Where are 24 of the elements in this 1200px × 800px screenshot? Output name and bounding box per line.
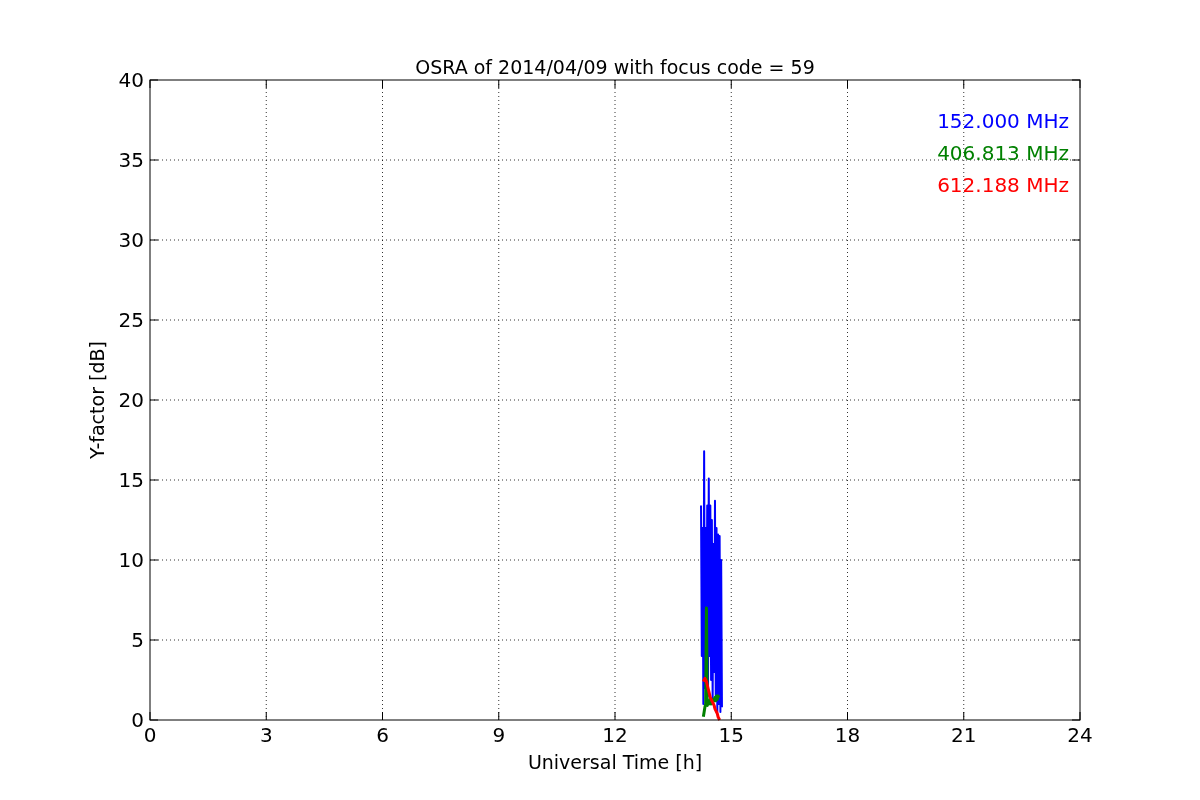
- x-tick-label: 12: [602, 723, 628, 747]
- y-axis-label: Y-factor [dB]: [86, 341, 108, 459]
- legend-label: 612.188 MHz: [937, 173, 1069, 197]
- x-tick-label: 3: [259, 723, 273, 747]
- y-tick-label: 10: [118, 548, 144, 572]
- x-tick-label: 18: [834, 723, 861, 747]
- x-axis-label: Universal Time [h]: [527, 751, 703, 773]
- y-tick-label: 15: [118, 468, 144, 492]
- chart-title: OSRA of 2014/04/09 with focus code = 59: [415, 56, 815, 78]
- y-tick-label: 35: [118, 148, 144, 172]
- y-tick-label: 40: [118, 68, 144, 92]
- y-tick-label: 5: [131, 628, 144, 652]
- x-tick-label: 9: [492, 723, 506, 747]
- x-tick-label: 6: [376, 723, 389, 747]
- x-tick-label: 0: [143, 723, 157, 747]
- x-tick-label: 15: [718, 723, 744, 747]
- y-tick-label: 20: [118, 388, 144, 412]
- y-tick-label: 0: [131, 708, 144, 732]
- y-tick-label: 25: [118, 308, 144, 332]
- x-tick-label: 21: [951, 723, 977, 747]
- x-tick-label: 24: [1067, 723, 1093, 747]
- legend-label: 152.000 MHz: [937, 109, 1069, 133]
- y-tick-label: 30: [118, 228, 144, 252]
- legend-label: 406.813 MHz: [937, 141, 1069, 165]
